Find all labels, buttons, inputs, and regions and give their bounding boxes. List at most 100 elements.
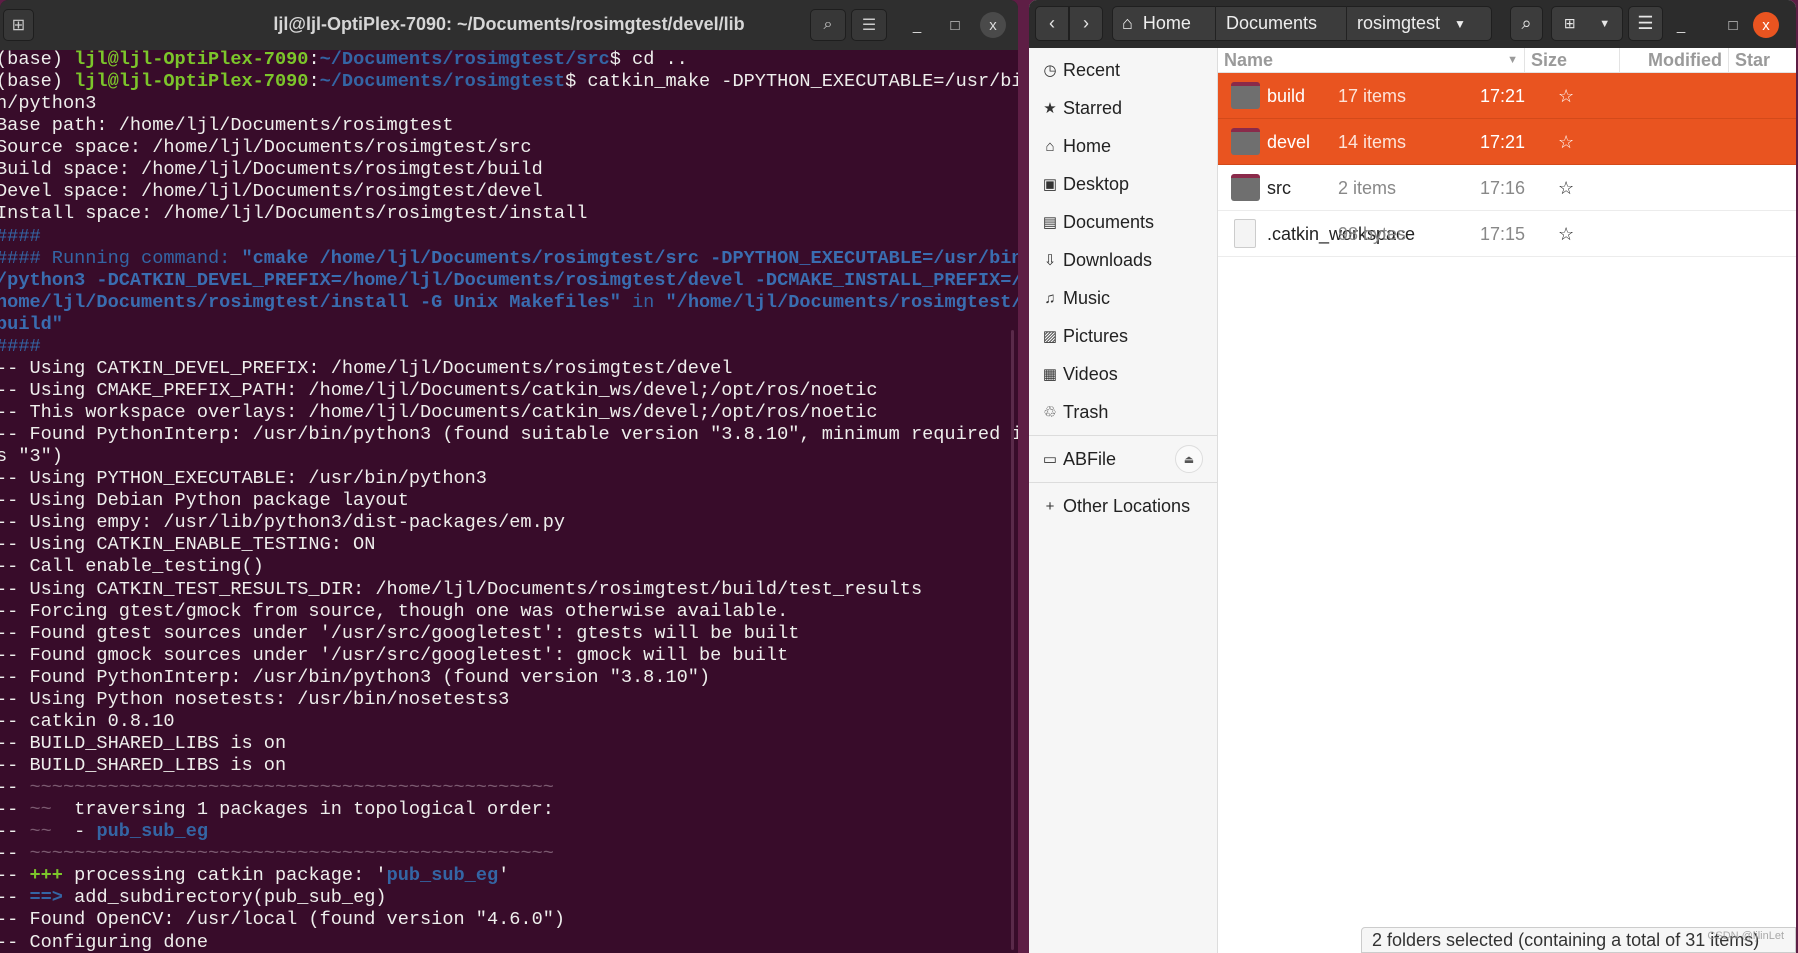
- terminal-text: ####: [0, 225, 41, 247]
- terminal-line: home/ljl/Documents/rosimgtest/install -G…: [0, 292, 1018, 314]
- terminal-text: -- Using PYTHON_EXECUTABLE: /usr/bin/pyt…: [0, 468, 487, 490]
- star-icon[interactable]: ☆: [1558, 86, 1574, 107]
- terminal-text: Base path: /home/ljl/Documents/rosimgtes…: [0, 115, 454, 137]
- divider: [1029, 482, 1217, 483]
- terminal-text: -- Using Python nosetests: /usr/bin/nose…: [0, 688, 510, 710]
- terminal-text: -- Found gmock sources under '/usr/src/g…: [0, 644, 789, 666]
- minimize-button[interactable]: _: [904, 12, 930, 38]
- terminal-scrollbar[interactable]: [1011, 330, 1014, 950]
- sidebar-item-pictures[interactable]: ▨ Pictures: [1029, 317, 1217, 355]
- terminal-text: -- BUILD_SHARED_LIBS is on: [0, 732, 287, 754]
- sidebar-item-label: Home: [1063, 135, 1112, 156]
- terminal-line: n/python3: [0, 93, 1018, 115]
- terminal-text: -- Call enable_testing(): [0, 556, 264, 578]
- terminal-output[interactable]: (base) ljl@ljl-OptiPlex-7090:~/Documents…: [0, 49, 1018, 953]
- path-home[interactable]: ⌂ Home: [1112, 6, 1216, 41]
- terminal-text: -- Forcing gtest/gmock from source, thou…: [0, 600, 789, 622]
- sidebar-item-music[interactable]: ♫ Music: [1029, 279, 1217, 317]
- sidebar-item-downloads[interactable]: ⇩ Downloads: [1029, 241, 1217, 279]
- star-icon[interactable]: ☆: [1558, 224, 1574, 245]
- terminal-text: processing catkin package: ': [62, 865, 387, 887]
- column-header-size[interactable]: Size: [1525, 48, 1620, 73]
- terminal-menu-button[interactable]: ☰: [851, 9, 887, 41]
- terminal-line: -- ~~ traversing 1 packages in topologic…: [0, 799, 1018, 821]
- terminal-text: -- Using Debian Python package layout: [0, 490, 409, 512]
- sidebar-item-videos[interactable]: ▦ Videos: [1029, 355, 1217, 393]
- minimize-button[interactable]: _: [1668, 12, 1694, 38]
- home-icon: ⌂: [1045, 137, 1055, 155]
- search-icon: ⌕: [1521, 13, 1532, 33]
- terminal-line: -- Configuring done: [0, 932, 1018, 953]
- path-rosimgtest[interactable]: rosimgtest ▼: [1347, 6, 1492, 41]
- terminal-text: pub_sub_eg: [386, 865, 499, 887]
- terminal-text: (base): [0, 71, 75, 93]
- terminal-text: --: [0, 887, 19, 909]
- sidebar-item-label: Music: [1063, 287, 1111, 308]
- terminal-text: -- Using CATKIN_ENABLE_TESTING: ON: [0, 534, 376, 556]
- terminal-line: ####: [0, 336, 1018, 358]
- terminal-line: -- Using CATKIN_DEVEL_PREFIX: /home/ljl/…: [0, 358, 1018, 380]
- sidebar-item-desktop[interactable]: ▣ Desktop: [1029, 165, 1217, 203]
- eject-button[interactable]: ⏏: [1175, 445, 1203, 473]
- sidebar-item-documents[interactable]: ▤ Documents: [1029, 203, 1217, 241]
- file-row[interactable]: src 2 items 17:16 ☆: [1218, 165, 1796, 211]
- sidebar-item-label: Starred: [1063, 97, 1123, 118]
- file-row[interactable]: devel 14 items 17:21 ☆: [1218, 119, 1796, 165]
- sidebar-item-trash[interactable]: ♲ Trash: [1029, 393, 1217, 431]
- terminal-line: -- Found gtest sources under '/usr/src/g…: [0, 623, 1018, 645]
- close-button[interactable]: x: [980, 12, 1006, 38]
- file-modified: 17:21: [1479, 86, 1525, 106]
- terminal-text: build": [0, 313, 63, 335]
- close-button[interactable]: x: [1753, 12, 1779, 38]
- file-row[interactable]: .catkin_workspace 98 bytes 17:15 ☆: [1218, 211, 1796, 257]
- menu-button[interactable]: ☰: [1628, 6, 1663, 41]
- picture-icon: ▨: [1042, 328, 1058, 345]
- terminal-text: -- catkin 0.8.10: [0, 710, 175, 732]
- music-icon: ♫: [1044, 289, 1056, 307]
- file-manager-headerbar: ‹ › ⌂ Home Documents rosimgtest ▼ ⌕ ⊞ ▼ ☰ _…: [1029, 0, 1796, 48]
- terminal-text: $ catkin_make -DPYTHON_EXECUTABLE=/usr/b…: [565, 71, 1018, 93]
- sidebar-item-starred[interactable]: ★ Starred: [1029, 89, 1217, 127]
- terminal-text: #### Running command:: [0, 247, 242, 269]
- sidebar-item-home[interactable]: ⌂ Home: [1029, 127, 1217, 165]
- maximize-button[interactable]: □: [1720, 12, 1746, 38]
- sidebar-item-other-locations[interactable]: + Other Locations: [1029, 487, 1217, 525]
- terminal-text: ~/Documents/rosimgtest: [319, 71, 566, 93]
- star-icon[interactable]: ☆: [1558, 132, 1574, 153]
- terminal-text: ~~~~~~~~~~~~~~~~~~~~~~~~~~~~~~~~~~~~~~~~…: [29, 777, 554, 799]
- search-button[interactable]: ⌕: [1510, 6, 1543, 41]
- drive-icon: ▭: [1042, 451, 1058, 468]
- sidebar-item-label: Pictures: [1063, 325, 1129, 346]
- path-documents[interactable]: Documents: [1216, 6, 1347, 41]
- terminal-text: -- Using empy: /usr/lib/python3/dist-pac…: [0, 512, 566, 534]
- terminal-line: -- BUILD_SHARED_LIBS is on: [0, 755, 1018, 777]
- video-icon: ▦: [1042, 366, 1058, 383]
- path-label: Documents: [1226, 13, 1318, 33]
- terminal-text: -- Using CATKIN_TEST_RESULTS_DIR: /home/…: [0, 578, 923, 600]
- terminal-text: -- Found OpenCV: /usr/local (found versi…: [0, 909, 566, 931]
- folder-icon: [1231, 82, 1260, 109]
- terminal-line: s "3"): [0, 446, 1018, 468]
- terminal-text: ljl@ljl-OptiPlex-7090: [74, 49, 309, 70]
- chevron-down-icon: ▼: [1599, 17, 1611, 30]
- star-icon[interactable]: ☆: [1558, 178, 1574, 199]
- column-header-star[interactable]: Star: [1729, 48, 1796, 73]
- file-size: 17 items: [1338, 86, 1407, 106]
- terminal-search-button[interactable]: ⌕: [810, 9, 846, 41]
- terminal-text: :: [308, 71, 320, 93]
- sidebar-item-recent[interactable]: ◷ Recent: [1029, 51, 1217, 89]
- terminal-line: Build space: /home/ljl/Documents/rosimgt…: [0, 159, 1018, 181]
- column-header-modified[interactable]: Modified: [1620, 48, 1729, 73]
- file-name: devel: [1267, 132, 1311, 152]
- back-button[interactable]: ‹: [1035, 6, 1069, 41]
- file-row[interactable]: build 17 items 17:21 ☆: [1218, 73, 1796, 119]
- maximize-button[interactable]: □: [942, 12, 968, 38]
- sidebar-item-label: Documents: [1063, 211, 1155, 232]
- column-header-name[interactable]: Name ▼: [1218, 48, 1525, 73]
- forward-button[interactable]: ›: [1069, 6, 1103, 41]
- view-toggle-button[interactable]: ⊞ ▼: [1551, 6, 1623, 41]
- terminal-text: -- Found PythonInterp: /usr/bin/python3 …: [0, 666, 711, 688]
- terminal-text: --: [0, 843, 19, 865]
- terminal-text: ==>: [29, 887, 63, 909]
- file-name: build: [1267, 86, 1306, 106]
